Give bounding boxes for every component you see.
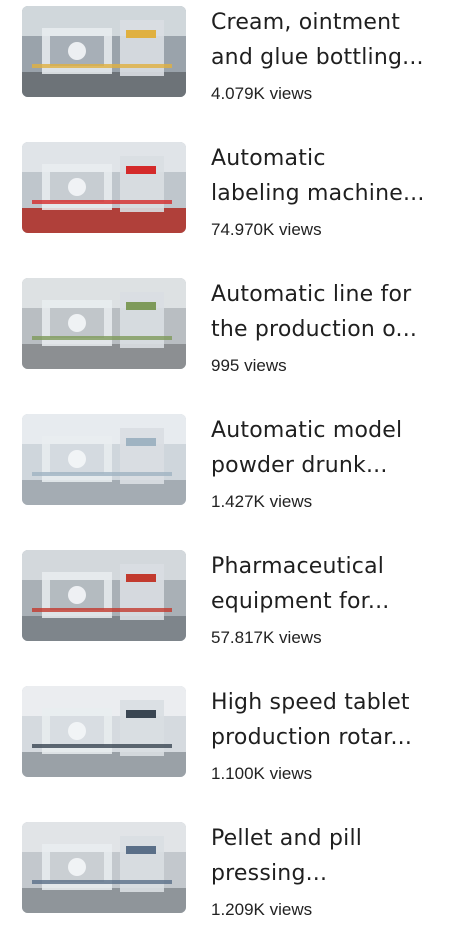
video-thumbnail[interactable]: [22, 278, 186, 369]
video-thumbnail[interactable]: [22, 686, 186, 777]
video-title[interactable]: Pharmaceutical equipment for...: [211, 549, 447, 619]
video-thumbnail[interactable]: [22, 414, 186, 505]
video-title-line: pressing...: [211, 861, 328, 886]
video-title-line: Automatic model: [211, 418, 403, 443]
video-title[interactable]: Pellet and pill pressing...: [211, 821, 447, 891]
video-title-line: equipment for...: [211, 589, 390, 614]
video-list-item[interactable]: Pellet and pill pressing... 1.209K views: [0, 816, 463, 936]
video-list-item[interactable]: Pharmaceutical equipment for... 57.817K vi…: [0, 544, 463, 664]
video-title-line: and glue bottling...: [211, 45, 424, 70]
video-thumbnail[interactable]: [22, 822, 186, 913]
video-title[interactable]: Automatic model powder drunk...: [211, 413, 447, 483]
video-title[interactable]: Cream, ointment and glue bottling...: [211, 5, 447, 75]
machine-photo-icon: [22, 550, 186, 641]
video-title-line: labeling machine...: [211, 181, 425, 206]
video-thumbnail[interactable]: [22, 142, 186, 233]
video-list-item[interactable]: Automatic model powder drunk... 1.427K vie…: [0, 408, 463, 528]
machine-photo-icon: [22, 822, 186, 913]
view-count: 57.817K views: [211, 628, 322, 647]
video-title-line: the production o...: [211, 317, 418, 342]
machine-photo-icon: [22, 278, 186, 369]
video-title[interactable]: High speed tablet production rotar...: [211, 685, 447, 755]
machine-photo-icon: [22, 686, 186, 777]
machine-photo-icon: [22, 6, 186, 97]
view-count: 995 views: [211, 356, 287, 375]
video-title[interactable]: Automatic labeling machine...: [211, 141, 447, 211]
video-thumbnail[interactable]: [22, 6, 186, 97]
view-count: 4.079K views: [211, 84, 313, 103]
video-title-line: Cream, ointment: [211, 10, 401, 35]
video-thumbnail[interactable]: [22, 550, 186, 641]
view-count: 1.209K views: [211, 900, 313, 919]
video-title-line: High speed tablet: [211, 690, 410, 715]
video-title[interactable]: Automatic line for the production o...: [211, 277, 447, 347]
video-title-line: production rotar...: [211, 725, 413, 750]
machine-photo-icon: [22, 142, 186, 233]
video-list-item[interactable]: Automatic labeling machine... 74.970K view…: [0, 136, 463, 256]
video-title-line: Automatic line for: [211, 282, 412, 307]
view-count: 1.100K views: [211, 764, 313, 783]
video-list-item[interactable]: Cream, ointment and glue bottling... 4.079…: [0, 0, 463, 120]
video-title-line: Pellet and pill: [211, 826, 363, 851]
video-title-line: powder drunk...: [211, 453, 388, 478]
video-title-line: Automatic: [211, 146, 326, 171]
machine-photo-icon: [22, 414, 186, 505]
video-title-line: Pharmaceutical: [211, 554, 385, 579]
video-list: Cream, ointment and glue bottling... 4.079…: [0, 0, 463, 925]
video-list-item[interactable]: High speed tablet production rotar... 1.10…: [0, 680, 463, 800]
view-count: 74.970K views: [211, 220, 322, 239]
video-list-item[interactable]: Automatic line for the production o... 995…: [0, 272, 463, 392]
view-count: 1.427K views: [211, 492, 313, 511]
